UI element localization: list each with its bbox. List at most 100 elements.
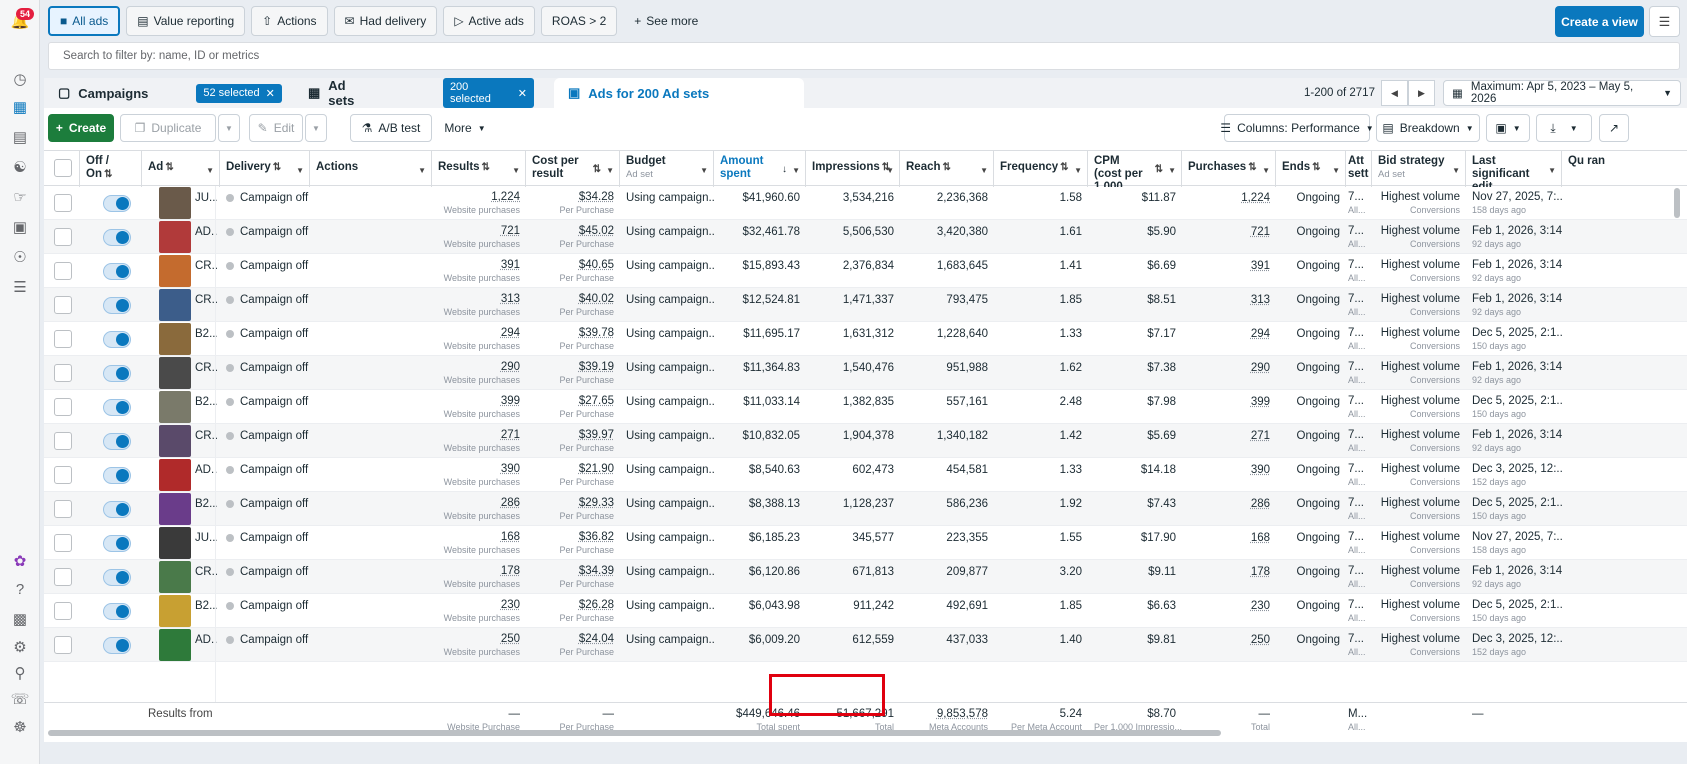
col-last-edit[interactable]: Last significant edit ▼ xyxy=(1466,151,1562,187)
view-value-reporting[interactable]: ▤ Value reporting xyxy=(126,6,246,36)
ad-thumbnail[interactable] xyxy=(159,595,191,627)
prev-page-button[interactable]: ◀ xyxy=(1380,80,1408,106)
ad-thumbnail[interactable] xyxy=(159,629,191,661)
ad-name-cell[interactable]: B2... xyxy=(193,492,217,526)
see-more-button[interactable]: + See more xyxy=(623,6,709,36)
ad-name-cell[interactable]: B2... xyxy=(193,594,217,628)
table-row[interactable]: CR...Campaign off 391Website purchases$40… xyxy=(44,254,1687,288)
purchases-cell[interactable]: 250 xyxy=(1182,628,1276,662)
view-actions[interactable]: ⇧ Actions xyxy=(251,6,328,36)
results-cell[interactable]: 399 Website purchases xyxy=(432,390,526,424)
charts-button[interactable]: ↗ xyxy=(1599,114,1629,142)
cpr-cell[interactable]: $29.33 Per Purchase xyxy=(526,492,620,526)
campaigns-selected-badge[interactable]: 52 selected ✕ xyxy=(196,83,282,103)
results-cell[interactable]: 250 Website purchases xyxy=(432,628,526,662)
row-checkbox[interactable] xyxy=(54,364,72,382)
ad-on-off-toggle[interactable] xyxy=(103,399,131,416)
chevron-down-icon[interactable]: ▼ xyxy=(418,164,426,177)
ad-name-cell[interactable]: AD... xyxy=(193,220,217,254)
ad-name-cell[interactable]: AD... xyxy=(193,458,217,492)
help-icon[interactable]: ? xyxy=(9,578,31,600)
results-cell[interactable]: 1,224 Website purchases xyxy=(432,186,526,220)
table-row[interactable]: B2... Campaign off 230 Website purchases $26… xyxy=(44,594,1687,628)
sort-icon[interactable]: ⇅ xyxy=(165,162,173,173)
ad-thumbnail[interactable] xyxy=(159,561,191,593)
ad-name-cell[interactable]: AD... xyxy=(193,628,217,662)
row-checkbox[interactable] xyxy=(54,194,72,212)
duplicate-button[interactable]: ❐ Duplicate xyxy=(120,114,216,142)
purchases-cell[interactable]: 230 xyxy=(1182,594,1276,628)
view-had-delivery[interactable]: ✉ Had delivery xyxy=(333,6,438,36)
col-ad[interactable]: Ad ⇅ ▼ xyxy=(142,151,220,187)
cpr-cell[interactable]: $27.65 Per Purchase xyxy=(526,390,620,424)
dashboard-icon[interactable]: ◷ xyxy=(9,68,31,90)
meta-ai-icon[interactable]: ✿ xyxy=(9,550,31,572)
col-offon[interactable]: Off / On ⇅ xyxy=(80,151,142,187)
results-cell[interactable]: 178 Website purchases xyxy=(432,560,526,594)
col-cpm[interactable]: CPM (cost per 1,000... ⇅ ▼ xyxy=(1088,151,1182,187)
row-checkbox[interactable] xyxy=(54,262,72,280)
menu-icon[interactable]: ☰ xyxy=(9,276,31,298)
close-icon[interactable]: ✕ xyxy=(266,87,275,100)
sort-icon[interactable]: ⇅ xyxy=(104,169,112,180)
table-row[interactable]: CR...Campaign off 290Website purchases$39… xyxy=(44,356,1687,390)
chevron-down-icon[interactable]: ▼ xyxy=(206,164,214,177)
cpr-cell[interactable]: $34.39 Per Purchase xyxy=(526,560,620,594)
ad-thumbnail[interactable] xyxy=(159,289,191,321)
col-ends[interactable]: Ends ⇅ ▼ xyxy=(1276,151,1346,187)
sort-icon[interactable]: ⇅ xyxy=(273,162,281,173)
purchases-cell[interactable]: 399 xyxy=(1182,390,1276,424)
results-cell[interactable]: 390 Website purchases xyxy=(432,458,526,492)
ad-thumbnail[interactable] xyxy=(159,493,191,525)
cpr-cell[interactable]: $34.28 Per Purchase xyxy=(526,186,620,220)
ad-on-off-toggle[interactable] xyxy=(103,433,131,450)
ad-name-cell[interactable]: B2... xyxy=(193,322,217,356)
ad-name-cell[interactable]: CR... xyxy=(193,424,217,458)
view-roas[interactable]: ROAS > 2 xyxy=(540,6,618,36)
duplicate-dropdown[interactable]: ▼ xyxy=(218,114,240,142)
results-cell[interactable]: 290 Website purchases xyxy=(432,356,526,390)
ad-name-cell[interactable]: CR... xyxy=(193,254,217,288)
results-cell[interactable]: 294 Website purchases xyxy=(432,322,526,356)
purchases-cell[interactable]: 271 xyxy=(1182,424,1276,458)
next-page-button[interactable]: ▶ xyxy=(1407,80,1435,106)
cpr-cell[interactable]: $39.19 Per Purchase xyxy=(526,356,620,390)
purchases-cell[interactable]: 391 xyxy=(1182,254,1276,288)
ad-on-off-toggle[interactable] xyxy=(103,569,131,586)
search-filter-input[interactable]: Search to filter by: name, ID or metrics xyxy=(48,42,1680,70)
vertical-scrollbar[interactable] xyxy=(1674,188,1680,218)
cpr-cell[interactable]: $21.90 Per Purchase xyxy=(526,458,620,492)
col-amount-spent[interactable]: Amount spent ↓ ▼ xyxy=(714,151,806,187)
tab-ads[interactable]: ▣ Ads for 200 Ad sets xyxy=(554,78,804,108)
export-button[interactable]: ⤓ ▼ xyxy=(1536,114,1592,142)
ad-thumbnail[interactable] xyxy=(159,391,191,423)
network-icon[interactable]: ☉ xyxy=(9,246,31,268)
col-actions[interactable]: Actions ▼ xyxy=(310,151,432,187)
results-cell[interactable]: 230 Website purchases xyxy=(432,594,526,628)
table-row[interactable]: CR...Campaign off 313Website purchases$40… xyxy=(44,288,1687,322)
row-checkbox[interactable] xyxy=(54,228,72,246)
chevron-down-icon[interactable]: ▼ xyxy=(1452,164,1460,177)
purchases-cell[interactable]: 286 xyxy=(1182,492,1276,526)
cpr-cell[interactable]: $24.04 Per Purchase xyxy=(526,628,620,662)
audience-icon[interactable]: ☯ xyxy=(9,156,31,178)
view-settings-button[interactable]: ☰ xyxy=(1649,6,1680,37)
bug-icon[interactable]: ☸ xyxy=(9,716,31,738)
view-active-ads[interactable]: ▷ Active ads xyxy=(443,6,535,36)
cpr-cell[interactable]: $26.28 Per Purchase xyxy=(526,594,620,628)
col-reach[interactable]: Reach ⇅ ▼ xyxy=(900,151,994,187)
table-row[interactable]: JU... Campaign off 1,224 Website purchases $… xyxy=(44,186,1687,220)
chevron-down-icon[interactable]: ▼ xyxy=(700,164,708,177)
chevron-down-icon[interactable]: ▼ xyxy=(792,164,800,177)
chevron-down-icon[interactable]: ▼ xyxy=(1262,164,1270,177)
row-checkbox[interactable] xyxy=(54,602,72,620)
row-checkbox[interactable] xyxy=(54,500,72,518)
ad-thumbnail[interactable] xyxy=(159,255,191,287)
purchases-cell[interactable]: 721 xyxy=(1182,220,1276,254)
support-icon[interactable]: ☏ xyxy=(9,688,31,710)
ad-name-cell[interactable]: JU... xyxy=(193,526,217,560)
cpr-cell[interactable]: $39.97 Per Purchase xyxy=(526,424,620,458)
sort-icon[interactable]: ⇅ xyxy=(482,162,490,173)
sort-icon[interactable]: ⇅ xyxy=(1312,162,1320,173)
ad-on-off-toggle[interactable] xyxy=(103,331,131,348)
